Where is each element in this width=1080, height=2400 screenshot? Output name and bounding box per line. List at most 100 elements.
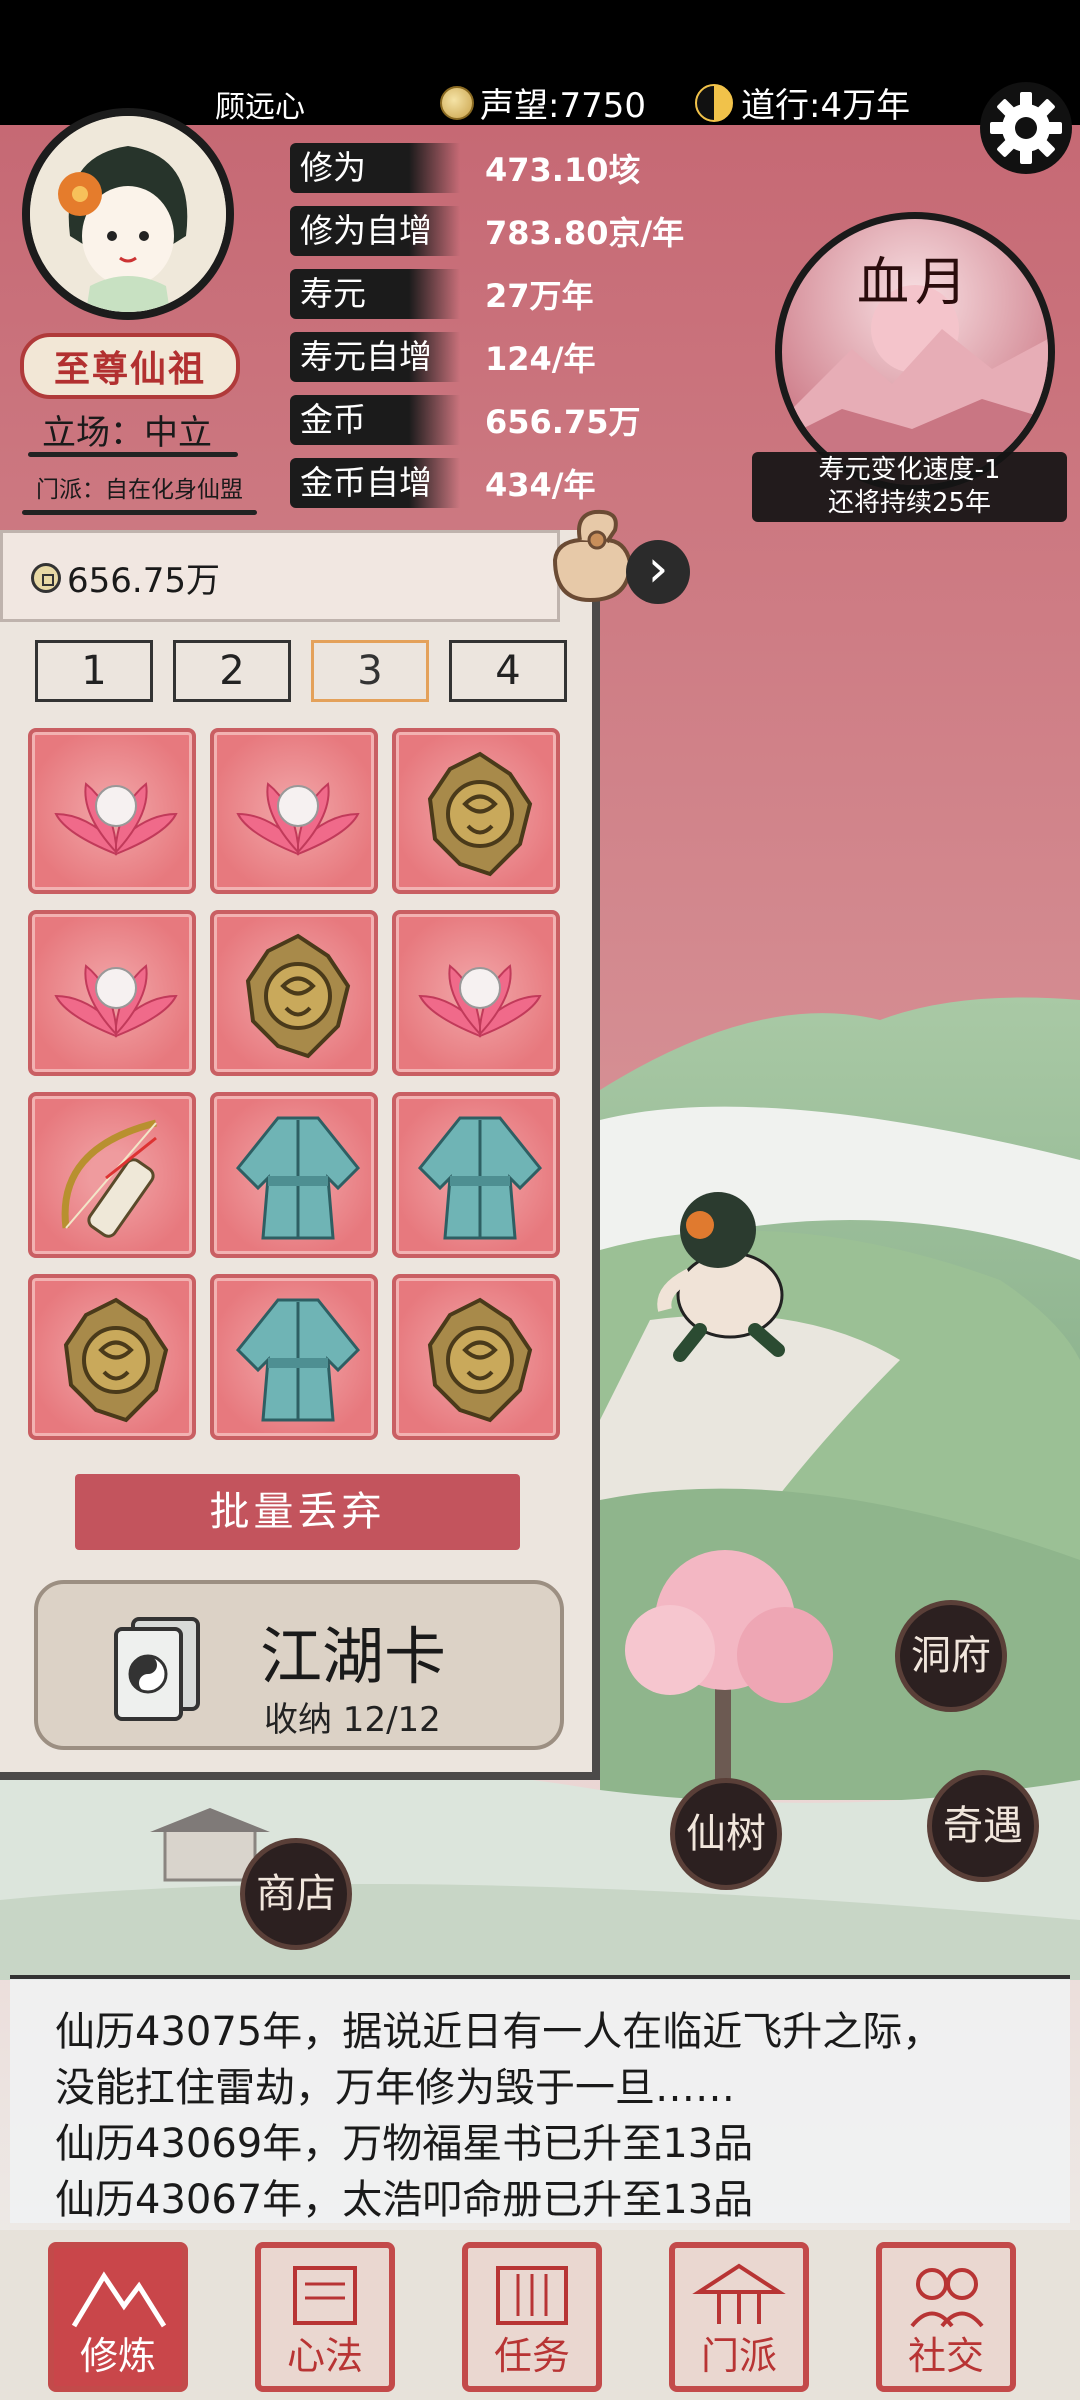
- nav-item-sect[interactable]: 门派: [669, 2242, 809, 2392]
- bow-quiver-icon: [61, 1119, 157, 1238]
- shop-button[interactable]: 商店: [240, 1838, 352, 1950]
- stat-value: 656.75万: [485, 403, 641, 441]
- inventory-panel: 656.75万 1 2 3 4 批量丢弃 江湖卡 收纳 12/12: [0, 509, 633, 1780]
- event-caption-line1: 寿元变化速度-1: [818, 455, 1001, 485]
- bronze-talisman-icon: [427, 1297, 533, 1423]
- inventory-slot[interactable]: [28, 1274, 196, 1440]
- cave-button[interactable]: 洞府: [895, 1600, 1007, 1712]
- inventory-slot[interactable]: [210, 1092, 378, 1258]
- stat-label: 修为自增: [290, 206, 460, 256]
- scroll-icon: [293, 2266, 357, 2325]
- stat-value: 473.10垓: [485, 151, 641, 189]
- inventory-slot[interactable]: [210, 1274, 378, 1440]
- stat-label: 寿元: [290, 269, 460, 319]
- bottom-nav: 修炼 心法 任务 门派 社交: [0, 2230, 1080, 2400]
- inventory-money: 656.75万: [31, 553, 220, 602]
- inventory-slot[interactable]: [28, 1092, 196, 1258]
- event-caption: 寿元变化速度-1 还将持续25年: [752, 452, 1067, 522]
- inventory-money-value: 656.75万: [67, 561, 220, 601]
- player-avatar[interactable]: [22, 108, 234, 320]
- nav-label: 心法: [286, 2334, 363, 2378]
- taiji-icon: [695, 83, 733, 122]
- nav-item-method[interactable]: 心法: [255, 2242, 395, 2392]
- log-line: 仙历43067年，太浩叩命册已升至13品: [55, 2177, 754, 2223]
- jade-robe-icon: [417, 1116, 543, 1240]
- nav-label: 门派: [700, 2334, 777, 2378]
- chevron-right-icon[interactable]: ›: [626, 540, 690, 604]
- inventory-header: 656.75万: [0, 530, 560, 622]
- people-icon: [910, 2268, 984, 2328]
- stat-label: 修为: [290, 143, 460, 193]
- lotus-pearl-icon: [54, 782, 178, 856]
- stat-row-cultivation-rate: 修为自增 783.80京/年: [290, 203, 810, 259]
- nav-label: 修炼: [79, 2334, 156, 2378]
- inventory-slot[interactable]: [392, 1274, 560, 1440]
- gear-icon: [990, 92, 1062, 164]
- pouch-icon: [552, 509, 633, 603]
- stat-value: 27万年: [485, 277, 594, 315]
- lotus-pearl-icon: [236, 782, 360, 856]
- bronze-talisman-icon: [63, 1297, 169, 1423]
- task-book-icon: [496, 2266, 568, 2325]
- nav-label: 社交: [907, 2334, 984, 2378]
- inventory-slot[interactable]: [210, 728, 378, 894]
- encounter-button[interactable]: 奇遇: [927, 1770, 1039, 1882]
- inventory-slot[interactable]: [392, 910, 560, 1076]
- log-line: 仙历43069年，万物福星书已升至13品: [55, 2121, 754, 2167]
- event-title: 血月: [856, 253, 973, 313]
- inventory-slot[interactable]: [392, 728, 560, 894]
- prestige-counter: 声望:7750: [440, 78, 646, 127]
- coin-icon: [31, 562, 61, 593]
- inventory-tabs: 1 2 3 4: [35, 640, 567, 702]
- player-name: 顾远心: [215, 90, 305, 125]
- stat-label: 金币: [290, 395, 460, 445]
- coin-icon: [440, 85, 474, 120]
- event-caption-line2: 还将持续25年: [827, 488, 992, 518]
- immortal-tree-button[interactable]: 仙树: [670, 1778, 782, 1890]
- daoxing-counter: 道行:4万年: [695, 78, 910, 127]
- mountain-icon: [71, 2271, 167, 2328]
- pavilion-icon: [692, 2263, 786, 2324]
- stat-label: 金币自增: [290, 458, 460, 508]
- prestige-value: 声望:7750: [480, 86, 646, 126]
- jade-robe-icon: [235, 1298, 361, 1422]
- jade-robe-icon: [235, 1116, 361, 1240]
- lotus-pearl-icon: [418, 964, 542, 1038]
- inventory-tab-1[interactable]: 1: [35, 640, 153, 702]
- inventory-tab-3[interactable]: 3: [311, 640, 429, 702]
- event-log[interactable]: 仙历43075年，据说近日有一人在临近飞升之际， 没能扛住雷劫，万年修为毁于一旦…: [10, 1975, 1070, 2223]
- stat-value: 124/年: [485, 340, 596, 378]
- stat-row-lifespan-rate: 寿元自增 124/年: [290, 329, 810, 385]
- nav-label: 任务: [493, 2334, 570, 2378]
- card-deck-icon: [114, 1617, 200, 1721]
- divider: [22, 510, 257, 515]
- inventory-slot[interactable]: [392, 1092, 560, 1258]
- card-title: 江湖卡: [260, 1620, 447, 1693]
- inventory-slot[interactable]: [210, 910, 378, 1076]
- stance-text: 立场：中立: [42, 413, 212, 453]
- rank-badge[interactable]: 至尊仙祖: [20, 333, 240, 399]
- nav-item-social[interactable]: 社交: [876, 2242, 1016, 2392]
- stat-label: 寿元自增: [290, 332, 460, 382]
- log-line: 仙历43075年，据说近日有一人在临近飞升之际，: [55, 2009, 943, 2055]
- avatar-portrait: [30, 116, 226, 312]
- jianghu-card-button[interactable]: 江湖卡 收纳 12/12: [34, 1580, 564, 1750]
- daoxing-value: 道行:4万年: [741, 86, 911, 126]
- nav-item-cultivate[interactable]: 修炼: [48, 2242, 188, 2392]
- stat-row-lifespan: 寿元 27万年: [290, 266, 810, 322]
- divider: [28, 452, 238, 457]
- bronze-talisman-icon: [245, 933, 351, 1059]
- inventory-tab-4[interactable]: 4: [449, 640, 567, 702]
- nav-item-task[interactable]: 任务: [462, 2242, 602, 2392]
- stat-row-cultivation: 修为 473.10垓: [290, 140, 810, 196]
- inventory-tab-2[interactable]: 2: [173, 640, 291, 702]
- stat-row-gold: 金币 656.75万: [290, 392, 810, 448]
- card-capacity: 收纳 12/12: [264, 1700, 441, 1740]
- inventory-slot[interactable]: [28, 910, 196, 1076]
- stat-value: 783.80京/年: [485, 214, 685, 252]
- bronze-talisman-icon: [427, 751, 533, 877]
- inventory-slot[interactable]: [28, 728, 196, 894]
- settings-button[interactable]: [980, 82, 1072, 174]
- sect-text: 门派：自在化身仙盟: [36, 477, 243, 503]
- batch-discard-button[interactable]: 批量丢弃: [75, 1474, 520, 1550]
